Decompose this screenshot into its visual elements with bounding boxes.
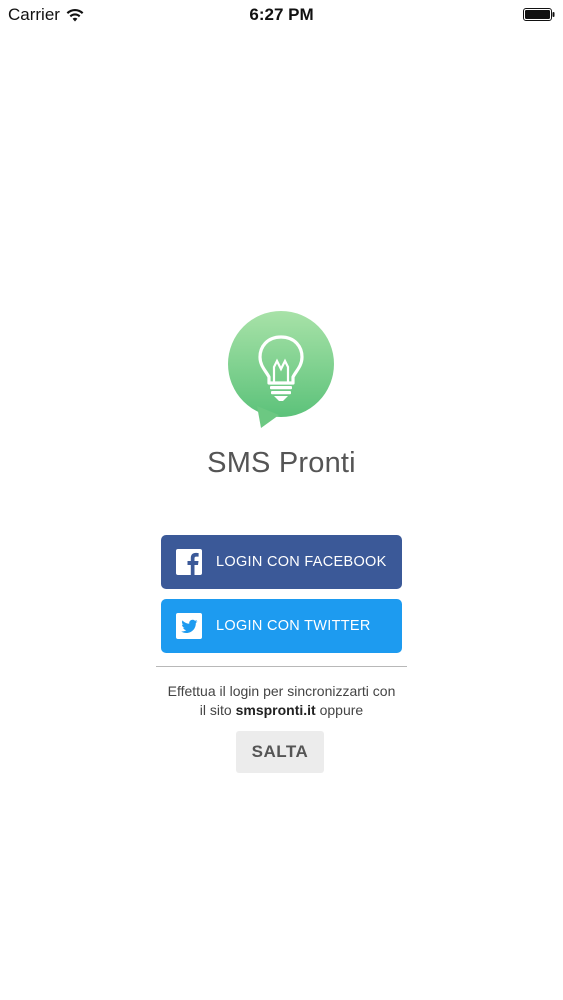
login-facebook-button[interactable]: LOGIN CON FACEBOOK [161,535,402,589]
status-bar: Carrier 6:27 PM [0,0,563,30]
lightbulb-speech-bubble-icon [228,311,334,428]
app-title: SMS Pronti [207,447,356,479]
facebook-button-label: LOGIN CON FACEBOOK [216,554,387,570]
info-line-2-suffix: oppure [315,702,364,718]
site-name: smspronti.it [235,702,316,718]
login-info-text: Effettua il login per sincronizzarti con… [0,682,563,720]
twitter-icon [176,613,202,639]
twitter-button-label: LOGIN CON TWITTER [216,618,371,634]
divider [156,666,407,667]
battery-icon [523,8,555,21]
status-time: 6:27 PM [249,5,314,24]
info-line-2: il sito smspronti.it oppure [0,701,563,720]
info-line-2-prefix: il sito [199,702,236,718]
login-screen: Carrier 6:27 PM SMS Pronti LOGIN CON FAC… [0,0,563,1000]
info-line-1: Effettua il login per sincronizzarti con [167,683,396,699]
facebook-icon [176,549,202,575]
login-twitter-button[interactable]: LOGIN CON TWITTER [161,599,402,653]
skip-button[interactable]: SALTA [236,731,324,773]
